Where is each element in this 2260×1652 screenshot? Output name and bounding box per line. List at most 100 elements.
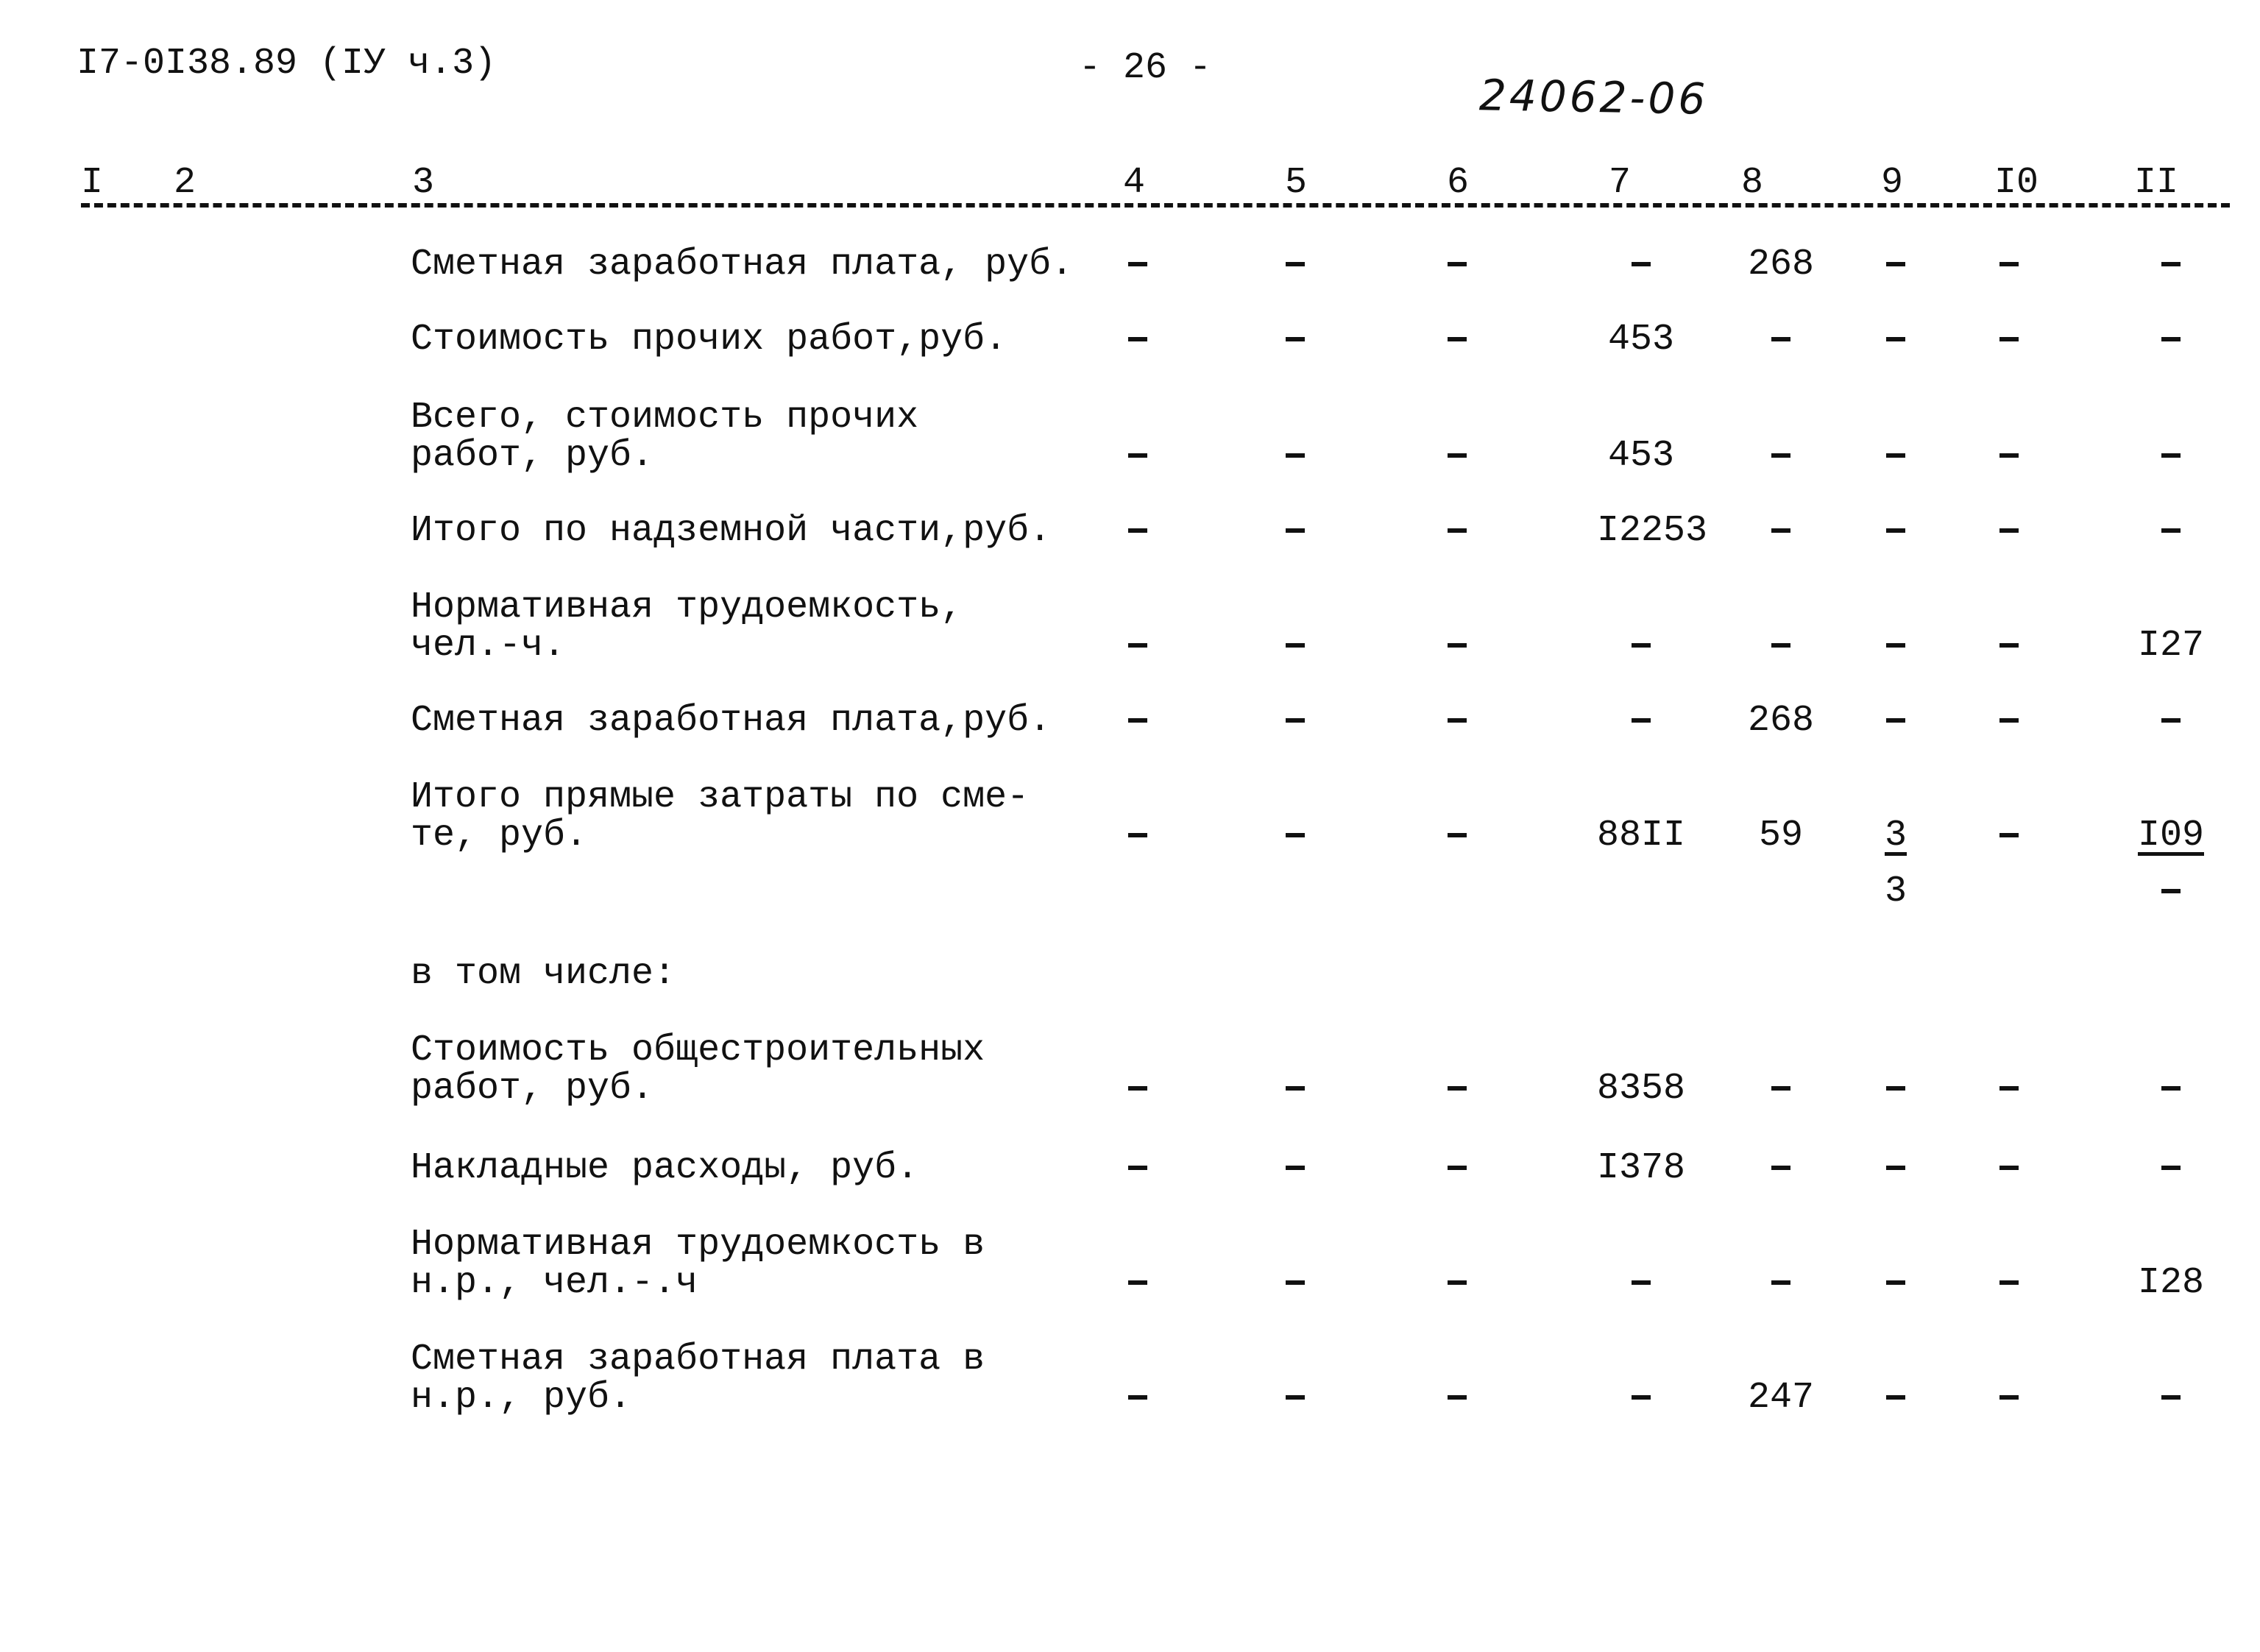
dash-placeholder: [1886, 453, 1905, 458]
dash-placeholder: [1886, 1280, 1905, 1285]
row-label-line: работ, руб.: [411, 435, 654, 477]
dash-placeholder: [1448, 1394, 1467, 1400]
dash-placeholder: [1128, 453, 1147, 458]
cell-value: 8358: [1597, 1068, 1686, 1110]
row-label-line: Накладные расходы, руб.: [411, 1147, 919, 1189]
column-header-4: 4: [1123, 162, 1146, 204]
row-label: Нормативная трудоемкость в н.р., чел.-.ч: [411, 1226, 985, 1302]
table-cell-col-5: [1251, 321, 1339, 359]
table-cell-col-11: [2127, 321, 2215, 359]
row-label: Итого по надземной части,руб.: [411, 512, 1051, 550]
cell-value: 268: [1747, 244, 1814, 286]
table-cell-col-9: [1852, 437, 1940, 475]
dash-placeholder: [1286, 336, 1305, 341]
row-label: Итого прямые затраты по сме-те, руб.: [411, 779, 1029, 855]
dash-placeholder: [1286, 1085, 1305, 1091]
row-label: Накладные расходы, руб.: [411, 1149, 918, 1188]
table-cell-col-5: [1251, 246, 1339, 284]
cell-value: 453: [1607, 319, 1674, 361]
table-cell-col-11: [2127, 1379, 2215, 1417]
dash-placeholder: [2161, 888, 2181, 893]
dash-placeholder: [1448, 832, 1467, 837]
row-label: Сметная заработная плата,руб.: [411, 702, 1051, 740]
dash-placeholder: [1448, 336, 1467, 341]
table-cell-col-7: 453: [1597, 321, 1685, 359]
table-cell-col-7: [1597, 1264, 1685, 1302]
dash-placeholder: [1999, 642, 2019, 648]
table-cell-col-7: I2253: [1597, 512, 1707, 550]
table-cell-col-5: [1251, 627, 1339, 665]
table-cell-col-10: [1965, 702, 2053, 740]
table-cell-col-4: [1094, 512, 1182, 550]
table-cell-col-9: [1852, 702, 1940, 740]
table-cell-col-4: [1094, 437, 1182, 475]
table-cell-col-7: [1597, 627, 1685, 665]
table-cell-col-6: [1413, 437, 1501, 475]
table-cell-col-10: [1965, 1070, 2053, 1108]
dash-placeholder: [1999, 1085, 2019, 1091]
row-label-line: Сметная заработная плата,руб.: [411, 700, 1052, 742]
table-cell-col-7: 88II: [1597, 817, 1685, 855]
dash-placeholder: [1771, 453, 1790, 458]
dash-placeholder: [1999, 261, 2019, 266]
table-cell-col-5: [1251, 1070, 1339, 1108]
row-label-line: те, руб.: [411, 815, 588, 857]
table-subcell-col-11: [2127, 873, 2215, 911]
table-cell-col-7: 453: [1597, 437, 1685, 475]
dash-placeholder: [1448, 642, 1467, 648]
table-cell-col-10: [1965, 1379, 2053, 1417]
column-header-8: 8: [1741, 162, 1764, 204]
dash-placeholder: [1286, 528, 1305, 533]
cell-value: I28: [2137, 1262, 2204, 1304]
dash-placeholder: [1886, 261, 1905, 266]
table-cell-col-10: [1965, 512, 2053, 550]
cell-value: 88II: [1597, 815, 1686, 857]
row-label-line: Сметная заработная плата в: [411, 1339, 985, 1380]
table-cell-col-8: [1737, 1149, 1825, 1188]
dash-placeholder: [1771, 1280, 1790, 1285]
table-cell-col-9: [1852, 1264, 1940, 1302]
table-cell-col-8: 268: [1737, 702, 1825, 740]
table-cell-col-7: [1597, 702, 1685, 740]
column-header-9: 9: [1881, 162, 1904, 204]
cell-value: 247: [1747, 1377, 1814, 1419]
table-cell-col-4: [1094, 627, 1182, 665]
dash-placeholder: [1286, 261, 1305, 266]
table-cell-col-8: 247: [1737, 1379, 1825, 1417]
table-cell-col-9: [1852, 1379, 1940, 1417]
dash-placeholder: [1632, 717, 1651, 723]
dash-placeholder: [1286, 453, 1305, 458]
dash-placeholder: [2161, 1165, 2181, 1170]
document-code: I7-0I38.89 (IУ ч.3): [77, 43, 497, 85]
dash-placeholder: [1128, 336, 1147, 341]
dash-placeholder: [1286, 642, 1305, 648]
row-label-line: Стоимость общестроительных: [411, 1029, 985, 1071]
table-cell-col-8: 59: [1737, 817, 1825, 855]
column-header-10: I0: [1994, 162, 2039, 204]
dash-placeholder: [1448, 1165, 1467, 1170]
table-cell-col-7: [1597, 246, 1685, 284]
dash-placeholder: [1886, 1085, 1905, 1091]
table-cell-col-11: [2127, 1070, 2215, 1108]
table-cell-col-9: [1852, 321, 1940, 359]
dash-placeholder: [1886, 1165, 1905, 1170]
dash-placeholder: [1448, 1280, 1467, 1285]
table-cell-col-11: [2127, 512, 2215, 550]
table-cell-col-5: [1251, 702, 1339, 740]
table-cell-col-6: [1413, 702, 1501, 740]
table-cell-col-9: [1852, 512, 1940, 550]
table-cell-col-4: [1094, 1070, 1182, 1108]
table-cell-col-6: [1413, 1149, 1501, 1188]
table-cell-col-8: [1737, 1070, 1825, 1108]
cell-value: I378: [1597, 1147, 1686, 1189]
dash-placeholder: [1999, 1165, 2019, 1170]
column-header-11: II: [2134, 162, 2179, 204]
dash-placeholder: [1999, 336, 2019, 341]
table-cell-col-6: [1413, 512, 1501, 550]
dash-placeholder: [1632, 1394, 1651, 1400]
row-label: Стоимость общестроительных работ, руб.: [411, 1032, 985, 1108]
table-cell-col-9: [1852, 1070, 1940, 1108]
cell-subvalue: 3: [1884, 871, 1907, 912]
row-label: Всего, стоимость прочих работ, руб.: [411, 399, 918, 475]
cell-value: I2253: [1597, 510, 1708, 552]
